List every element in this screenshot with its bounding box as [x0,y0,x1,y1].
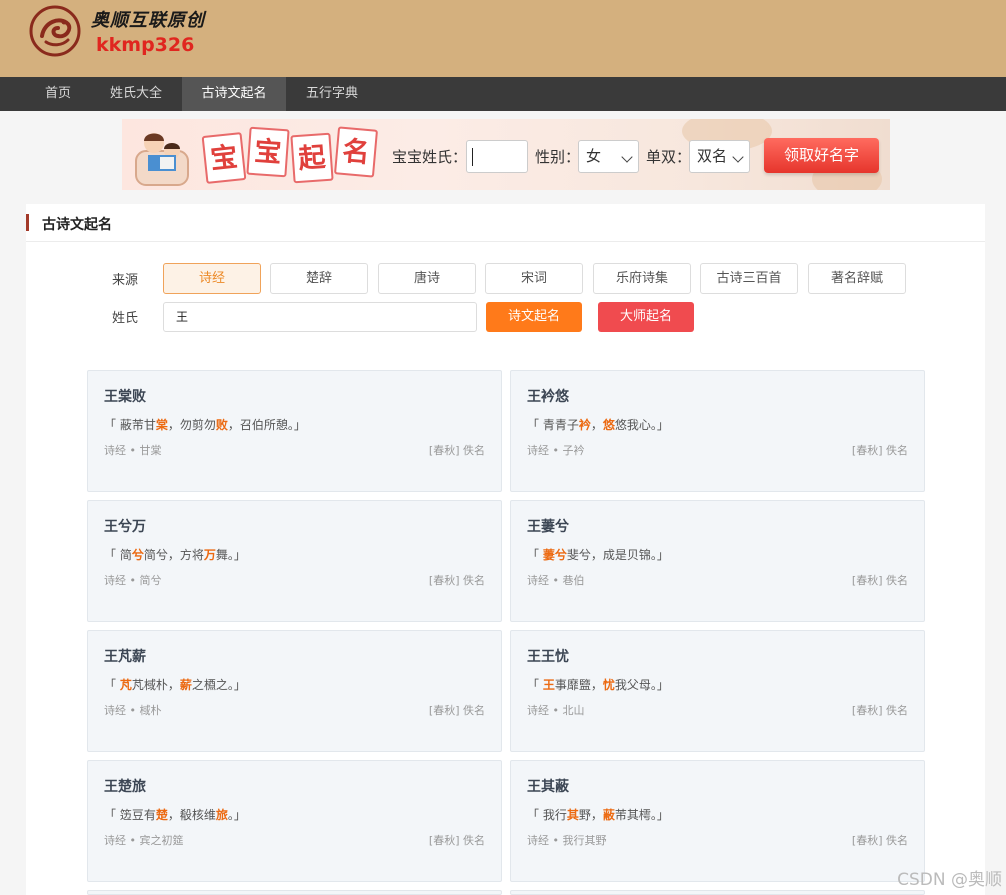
banner-surname-input[interactable] [466,140,528,173]
watermark: CSDN @奥顺 [897,870,1002,890]
gender-select[interactable]: 女 [578,140,639,173]
card-source: 诗经 • 棫朴 [104,704,162,717]
surname-input[interactable]: 王 [163,302,477,332]
nav-item-poetry-naming[interactable]: 古诗文起名 [182,77,286,111]
source-button-yuefu[interactable]: 乐府诗集 [593,263,691,294]
source-button-gushi300[interactable]: 古诗三百首 [700,263,798,294]
banner-tile: 起 [290,132,334,184]
card-verse: 「 萋兮斐兮，成是贝锦。」 [527,548,669,562]
card-source: 诗经 • 我行其野 [527,834,607,847]
card-author: [春秋] 佚名 [851,574,908,587]
card-source: 诗经 • 北山 [527,704,585,717]
card-author: [春秋] 佚名 [851,834,908,847]
card-source: 诗经 • 宾之初筵 [104,834,184,847]
master-naming-button[interactable]: 大师起名 [598,302,694,332]
card-source: 诗经 • 巷伯 [527,574,585,587]
chevron-down-icon [621,151,633,163]
card-verse: 「 笾豆有楚，殽核维旅。」 [104,808,246,822]
source-label: 来源 [112,273,139,288]
card-name: 王楚旅 [104,779,146,795]
name-card[interactable] [510,890,925,895]
kids-reading-illustration [132,121,192,189]
card-name: 王兮万 [104,519,146,535]
name-length-select[interactable]: 双名 [689,140,750,173]
banner-tile: 名 [333,126,379,178]
card-name: 王萋兮 [527,519,569,535]
banner-surname-label: 宝宝姓氏： [392,148,468,166]
card-verse: 「 王事靡盬，忧我父母。」 [527,678,669,692]
poem-naming-button[interactable]: 诗文起名 [486,302,582,332]
panel-title-bar [26,214,29,231]
get-name-button[interactable]: 领取好名字 [764,138,879,173]
card-verse: 「 青青子衿，悠悠我心。」 [527,418,669,432]
name-card[interactable]: 王棠败 「 蔽芾甘棠，勿剪勿败，召伯所憩。」 诗经 • 甘棠 [春秋] 佚名 [87,370,502,492]
name-card[interactable]: 王楚旅 「 笾豆有楚，殽核维旅。」 诗经 • 宾之初筵 [春秋] 佚名 [87,760,502,882]
banner-gender-label: 性别： [535,148,581,166]
banner-count-label: 单双： [646,148,692,166]
name-length-select-value: 双名 [697,147,728,165]
card-name: 王芃薪 [104,649,146,665]
chevron-down-icon [732,151,744,163]
surname-label: 姓氏 [112,311,139,326]
brand-subtitle: kkmp326 [96,34,195,56]
card-author: [春秋] 佚名 [428,574,485,587]
card-verse: 「 简兮简兮，方将万舞。」 [104,548,246,562]
card-source: 诗经 • 简兮 [104,574,162,587]
card-verse: 「 芃芃棫朴，薪之槱之。」 [104,678,246,692]
nav-item-home[interactable]: 首页 [29,77,87,111]
card-name: 王棠败 [104,389,146,405]
nav-item-surnames[interactable]: 姓氏大全 [95,77,177,111]
card-name: 王衿悠 [527,389,569,405]
banner-tile: 宝 [246,126,290,178]
name-card[interactable]: 王其蔽 「 我行其野，蔽芾其樗。」 诗经 • 我行其野 [春秋] 佚名 [510,760,925,882]
banner-tile: 宝 [201,132,247,184]
source-button-shijing[interactable]: 诗经 [163,263,261,294]
card-name: 王王忧 [527,649,569,665]
card-verse: 「 我行其野，蔽芾其樗。」 [527,808,669,822]
name-card[interactable]: 王兮万 「 简兮简兮，方将万舞。」 诗经 • 简兮 [春秋] 佚名 [87,500,502,622]
card-author: [春秋] 佚名 [851,704,908,717]
logo-dragon-icon[interactable] [28,4,82,58]
source-button-cifu[interactable]: 著名辞赋 [808,263,906,294]
name-card[interactable]: 王萋兮 「 萋兮斐兮，成是贝锦。」 诗经 • 巷伯 [春秋] 佚名 [510,500,925,622]
brand-title: 奥顺互联原创 [91,10,205,31]
main-nav: 首页 姓氏大全 古诗文起名 五行字典 [0,77,1006,111]
card-source: 诗经 • 甘棠 [104,444,162,457]
name-card[interactable]: 王衿悠 「 青青子衿，悠悠我心。」 诗经 • 子衿 [春秋] 佚名 [510,370,925,492]
card-source: 诗经 • 子衿 [527,444,585,457]
naming-banner: 宝 宝 起 名 宝宝姓氏： 性别： 女 单双： 双名 领取好名字 [122,119,890,190]
panel-title: 古诗文起名 [42,217,112,233]
source-button-tangshi[interactable]: 唐诗 [378,263,476,294]
nav-item-five-elements[interactable]: 五行字典 [290,77,374,111]
card-author: [春秋] 佚名 [851,444,908,457]
card-name: 王其蔽 [527,779,569,795]
text-cursor [472,148,473,166]
card-author: [春秋] 佚名 [428,704,485,717]
gender-select-value: 女 [586,147,602,165]
panel-header: 古诗文起名 [26,204,985,242]
source-button-chuci[interactable]: 楚辞 [270,263,368,294]
name-card[interactable]: 王芃薪 「 芃芃棫朴，薪之槱之。」 诗经 • 棫朴 [春秋] 佚名 [87,630,502,752]
card-verse: 「 蔽芾甘棠，勿剪勿败，召伯所憩。」 [104,418,306,432]
card-author: [春秋] 佚名 [428,834,485,847]
name-card[interactable]: 王王忧 「 王事靡盬，忧我父母。」 诗经 • 北山 [春秋] 佚名 [510,630,925,752]
card-author: [春秋] 佚名 [428,444,485,457]
source-button-songci[interactable]: 宋词 [485,263,583,294]
name-card[interactable] [87,890,502,895]
site-header: 奥顺互联原创 kkmp326 [0,0,1006,77]
